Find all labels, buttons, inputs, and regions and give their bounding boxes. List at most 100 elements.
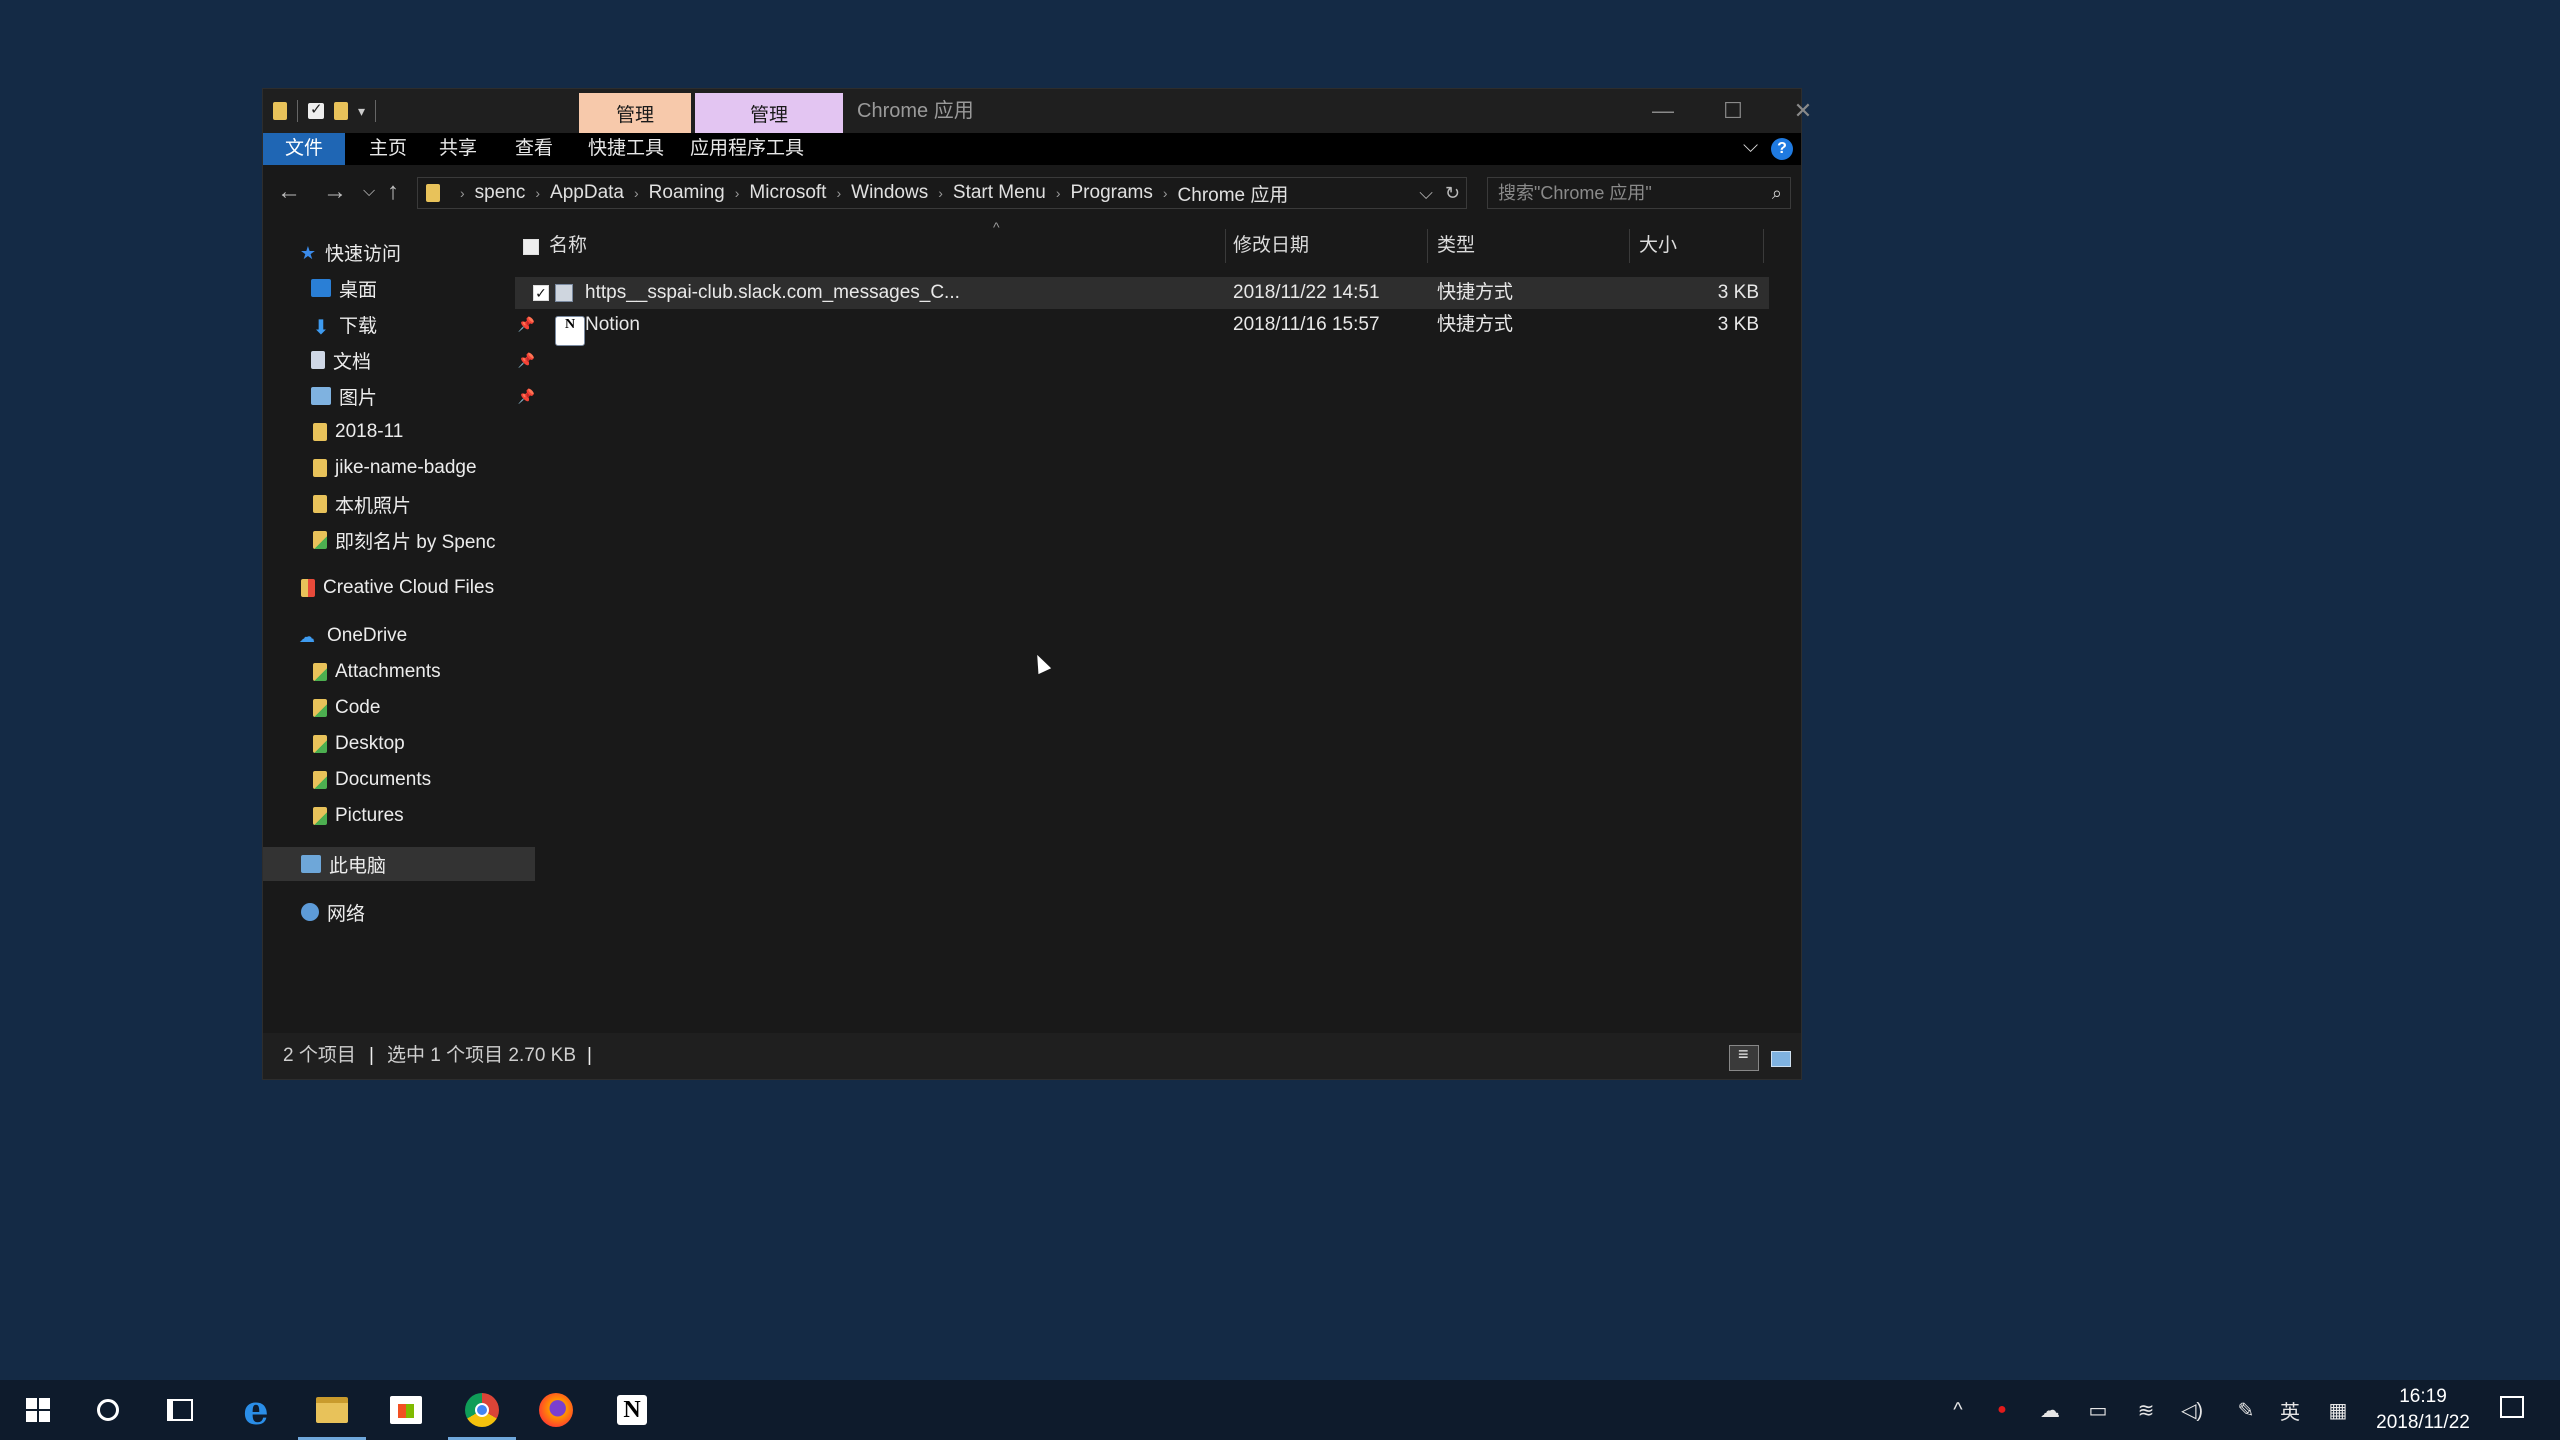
tab-shortcut-tools[interactable]: 快捷工具	[581, 133, 671, 165]
ribbon-tabs: 文件 主页 共享 查看 快捷工具 应用程序工具 ⌵ ?	[263, 133, 1801, 165]
taskbar-file-explorer[interactable]	[294, 1380, 370, 1440]
show-hidden-icons-button[interactable]: ^	[1938, 1380, 1978, 1440]
tab-share[interactable]: 共享	[429, 133, 487, 165]
taskbar-notion[interactable]: N	[594, 1380, 670, 1440]
sidebar-item-label: Attachments	[335, 661, 441, 682]
details-view-button[interactable]	[1729, 1044, 1759, 1071]
sidebar-item-this-pc[interactable]: 此电脑	[263, 847, 535, 881]
file-type: 快捷方式	[1437, 314, 1514, 335]
breadcrumb-windows[interactable]: Windows	[851, 182, 928, 204]
breadcrumb-roaming[interactable]: Roaming	[649, 182, 725, 204]
address-bar[interactable]: › spenc › AppData › Roaming › Microsoft …	[417, 177, 1467, 209]
file-row[interactable]: N Notion 2018/11/16 15:57 快捷方式 3 KB	[515, 309, 1769, 346]
help-icon[interactable]: ?	[1771, 138, 1793, 160]
tab-file[interactable]: 文件	[263, 133, 345, 165]
search-icon[interactable]: ⌕	[1772, 178, 1782, 208]
column-header-name[interactable]: 名称	[549, 227, 587, 265]
file-date: 2018/11/22 14:51	[1233, 282, 1380, 303]
clock[interactable]: 16:19 2018/11/22	[2348, 1384, 2498, 1436]
column-header-size[interactable]: 大小	[1639, 227, 1677, 265]
column-divider[interactable]	[1427, 229, 1428, 263]
close-button[interactable]: ✕	[1769, 89, 1837, 133]
wifi-icon[interactable]: ≋	[2124, 1380, 2168, 1440]
chrome-icon	[465, 1393, 499, 1427]
column-divider[interactable]	[1629, 229, 1630, 263]
sidebar-item-creative-cloud[interactable]: Creative Cloud Files	[263, 571, 535, 605]
maximize-button[interactable]: ☐	[1699, 89, 1767, 133]
ime-language-indicator[interactable]: 英	[2270, 1380, 2310, 1440]
up-arrow-icon[interactable]: ↑	[387, 177, 399, 207]
tab-app-tools[interactable]: 应用程序工具	[687, 133, 807, 165]
taskbar-firefox[interactable]	[518, 1380, 594, 1440]
context-tab-manage-shortcut[interactable]: 管理	[579, 93, 691, 133]
column-header-modified[interactable]: 修改日期	[1233, 227, 1309, 265]
folder-icon	[273, 102, 287, 120]
taskbar-chrome[interactable]	[444, 1380, 520, 1440]
breadcrumb-chevron-icon[interactable]: ›	[836, 185, 841, 201]
file-row[interactable]: ✓ https__sspai-club.slack.com_messages_C…	[515, 277, 1769, 309]
volume-icon[interactable]: ◁)	[2170, 1380, 2214, 1440]
sidebar-item-quick-access[interactable]: ★ 快速访问	[263, 235, 533, 269]
sidebar-item-onedrive[interactable]: ☁ OneDrive	[263, 619, 533, 653]
cortana-icon	[97, 1399, 119, 1421]
action-center-icon[interactable]	[2500, 1396, 2524, 1418]
firefox-icon	[539, 1393, 573, 1427]
large-icons-view-button[interactable]	[1765, 1045, 1795, 1071]
breadcrumb-chevron-icon[interactable]: ›	[1056, 185, 1061, 201]
forward-arrow-icon[interactable]: →	[323, 177, 347, 207]
breadcrumb-start-menu[interactable]: Start Menu	[953, 182, 1046, 204]
back-arrow-icon[interactable]: ←	[277, 177, 301, 207]
expand-ribbon-chevron-icon[interactable]: ⌵	[1743, 135, 1758, 158]
sidebar-item-label: Pictures	[335, 805, 404, 826]
folder-icon	[313, 495, 327, 513]
breadcrumb-chevron-icon[interactable]: ›	[460, 185, 465, 201]
sidebar-item-label: 2018-11	[335, 421, 404, 442]
breadcrumb-appdata[interactable]: AppData	[550, 182, 624, 204]
file-name: Notion	[585, 314, 640, 335]
file-type: 快捷方式	[1437, 282, 1514, 303]
start-button[interactable]	[0, 1380, 76, 1440]
column-header-type[interactable]: 类型	[1437, 227, 1475, 265]
quick-access-toolbar: ▾	[273, 97, 377, 125]
search-button[interactable]	[70, 1380, 146, 1440]
column-divider[interactable]	[1225, 229, 1226, 263]
task-view-button[interactable]	[142, 1380, 218, 1440]
breadcrumb-chevron-icon[interactable]: ›	[535, 185, 540, 201]
clock-time: 16:19	[2399, 1386, 2447, 1407]
select-all-checkbox[interactable]	[523, 239, 539, 255]
breadcrumb-chevron-icon[interactable]: ›	[735, 185, 740, 201]
taskbar-edge[interactable]: e	[218, 1380, 294, 1440]
breadcrumb-microsoft[interactable]: Microsoft	[749, 182, 826, 204]
breadcrumb-chevron-icon[interactable]: ›	[634, 185, 639, 201]
battery-icon[interactable]: ▭	[2076, 1380, 2120, 1440]
address-history-chevron-icon[interactable]: ⌵	[1419, 183, 1433, 204]
taskbar-store[interactable]	[368, 1380, 444, 1440]
download-icon: ⬇	[312, 317, 330, 339]
breadcrumb-chevron-icon[interactable]: ›	[938, 185, 943, 201]
file-explorer-icon	[316, 1397, 348, 1423]
minimize-button[interactable]: —	[1629, 89, 1697, 133]
customize-toolbar-chevron-icon[interactable]: ▾	[358, 103, 365, 120]
sidebar-item-network[interactable]: 网络	[263, 895, 535, 929]
record-icon[interactable]: ●	[1982, 1380, 2022, 1440]
recent-locations-chevron-icon[interactable]: ⌵	[363, 177, 375, 207]
context-tab-manage-app[interactable]: 管理	[695, 93, 843, 133]
breadcrumb-spenc[interactable]: spenc	[475, 182, 526, 204]
column-divider[interactable]	[1763, 229, 1764, 263]
row-checkbox[interactable]: ✓	[533, 285, 549, 301]
breadcrumb-chrome-apps[interactable]: Chrome 应用	[1178, 180, 1289, 207]
pen-icon[interactable]: ✎	[2226, 1380, 2266, 1440]
tab-home[interactable]: 主页	[359, 133, 417, 165]
navigation-bar: ← → ⌵ ↑ › spenc › AppData › Roaming › Mi…	[263, 165, 1801, 219]
search-box[interactable]: 搜索"Chrome 应用" ⌕	[1487, 177, 1791, 209]
properties-icon[interactable]	[308, 100, 324, 119]
sidebar-item-label: 快速访问	[325, 243, 402, 265]
breadcrumb-programs[interactable]: Programs	[1071, 182, 1153, 204]
breadcrumb-chevron-icon[interactable]: ›	[1163, 185, 1168, 201]
refresh-icon[interactable]: ↻	[1445, 183, 1460, 204]
onedrive-cloud-icon[interactable]: ☁	[2028, 1380, 2072, 1440]
new-folder-icon[interactable]	[334, 102, 348, 120]
sidebar-item-label: 本机照片	[335, 495, 412, 517]
sidebar-item-label: 桌面	[339, 279, 378, 301]
tab-view[interactable]: 查看	[505, 133, 563, 165]
